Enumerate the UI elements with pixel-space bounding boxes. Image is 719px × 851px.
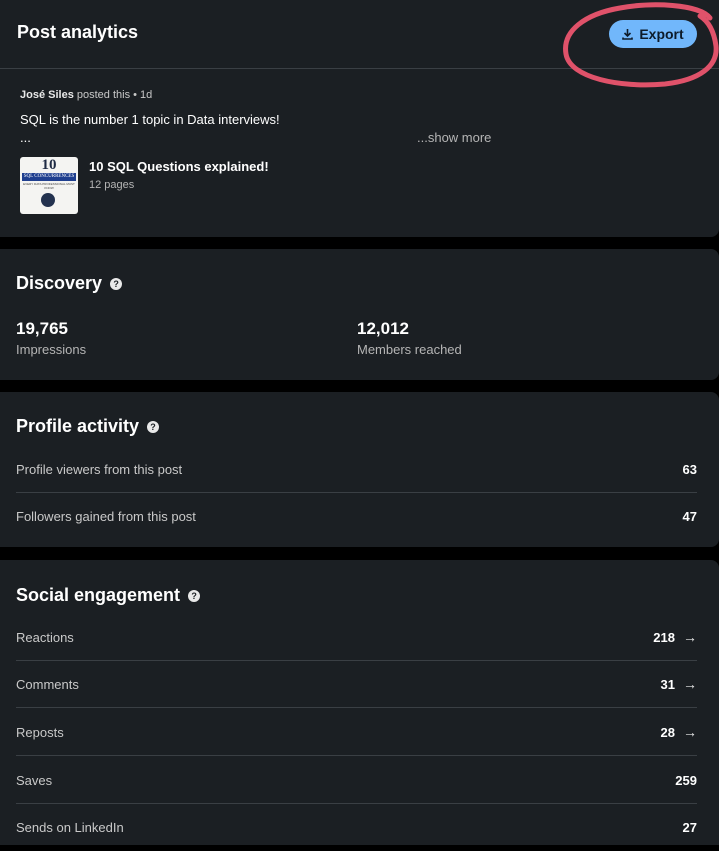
arrow-right-icon[interactable]: → (683, 676, 697, 692)
help-icon[interactable]: ? (110, 277, 123, 290)
help-icon[interactable]: ? (188, 589, 201, 602)
page-title: Post analytics (17, 22, 139, 42)
row-value: 28 (660, 724, 675, 740)
thumbnail-band-text: SQL CONCURRENCES (23, 174, 75, 179)
row-value: 31 (660, 676, 675, 692)
row-label: Reactions (16, 629, 74, 645)
profile-activity-card: Profile activity ? Profile viewers from … (0, 392, 719, 547)
social-engagement-card: Social engagement ? Reactions 218 → Comm… (0, 560, 719, 845)
thumbnail-subtitle: EVERY DATA PROFESSIONAL MUST KNOW (23, 182, 75, 190)
thumbnail-number: 10 (41, 157, 57, 173)
post-text: SQL is the number 1 topic in Data interv… (20, 112, 280, 127)
sends-row: Sends on LinkedIn 27 (16, 804, 697, 851)
followers-gained-row: Followers gained from this post 47 (16, 493, 697, 540)
download-icon (622, 29, 634, 40)
row-label: Followers gained from this post (16, 509, 196, 524)
members-reached-value: 12,012 (357, 319, 409, 338)
row-label: Comments (16, 676, 79, 692)
post-ellipsis: ... (20, 130, 31, 145)
post-meta: posted this • 1d (73, 89, 153, 101)
export-label: Export (639, 26, 684, 42)
profile-activity-title-text: Profile activity (16, 416, 140, 436)
social-engagement-title: Social engagement ? (16, 585, 201, 606)
row-label: Reposts (16, 724, 64, 740)
document-pages: 12 pages (89, 179, 135, 191)
post-author-line: José Siles posted this • 1d (20, 89, 152, 101)
row-value: 63 (682, 461, 697, 477)
reposts-row[interactable]: Reposts 28 → (16, 709, 697, 756)
impressions-label: Impressions (16, 342, 87, 357)
row-value-group: 218 → (653, 629, 697, 645)
arrow-right-icon[interactable]: → (683, 629, 697, 645)
help-icon[interactable]: ? (147, 420, 160, 433)
members-reached-label: Members reached (357, 342, 462, 357)
reactions-row[interactable]: Reactions 218 → (16, 614, 697, 661)
profile-activity-title: Profile activity ? (16, 416, 160, 437)
author-name[interactable]: José Siles (20, 89, 74, 101)
row-value: 218 (653, 629, 675, 645)
arrow-right-icon[interactable]: → (683, 724, 697, 740)
profile-viewers-row: Profile viewers from this post 63 (16, 446, 697, 493)
discovery-title-text: Discovery (16, 273, 103, 293)
social-engagement-title-text: Social engagement (16, 585, 181, 605)
discovery-card: Discovery ? 19,765 Impressions 12,012 Me… (0, 249, 719, 380)
header: Post analytics Export (0, 0, 719, 69)
row-label: Sends on LinkedIn (16, 820, 124, 835)
show-more-link[interactable]: ...show more (417, 130, 491, 145)
row-value-group: 28 → (661, 724, 697, 740)
thumbnail-avatar (41, 193, 55, 207)
row-label: Saves (16, 772, 53, 788)
row-label: Profile viewers from this post (16, 461, 183, 477)
comments-row[interactable]: Comments 31 → (16, 661, 697, 708)
document-title[interactable]: 10 SQL Questions explained! (89, 159, 269, 174)
export-button[interactable]: Export (609, 20, 697, 48)
row-value-group: 31 → (661, 676, 697, 692)
discovery-title: Discovery ? (16, 273, 123, 294)
document-thumbnail[interactable]: 10 SQL CONCURRENCES EVERY DATA PROFESSIO… (20, 157, 78, 214)
row-value: 259 (675, 772, 697, 788)
row-value: 47 (682, 509, 697, 524)
impressions-value: 19,765 (16, 319, 68, 338)
saves-row: Saves 259 (16, 757, 697, 804)
post-card: Post analytics Export José Siles posted … (0, 0, 719, 237)
row-value: 27 (682, 820, 697, 835)
